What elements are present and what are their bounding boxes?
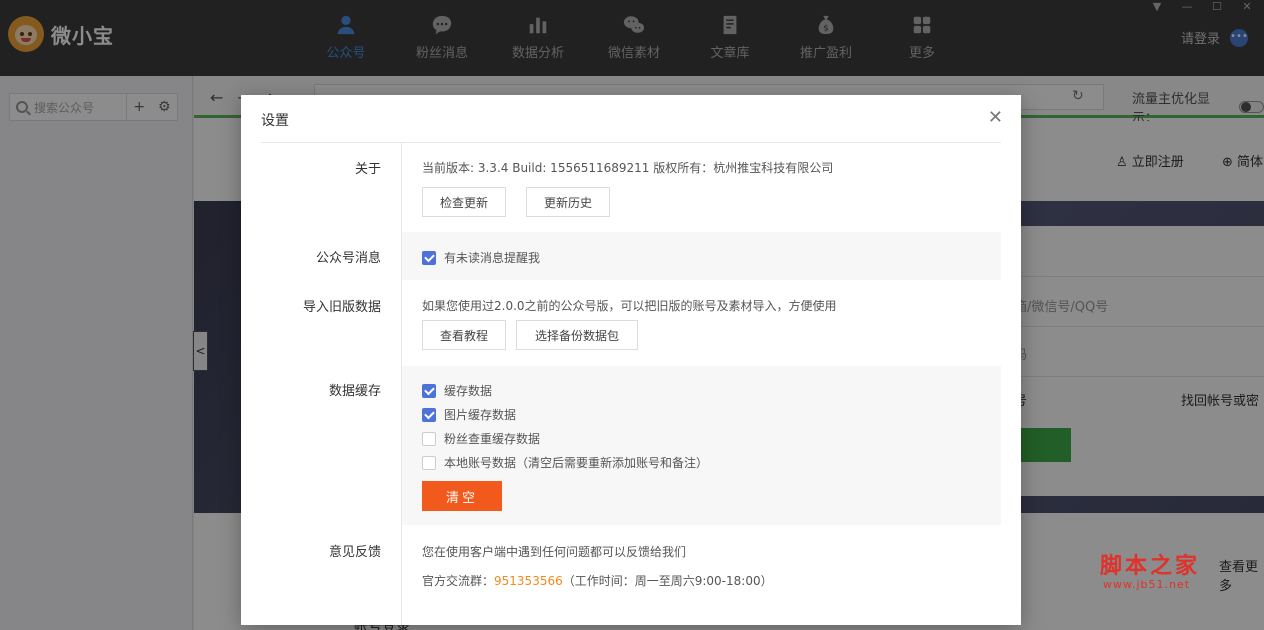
import-description: 如果您使用过2.0.0之前的公众号版，可以把旧版的账号及素材导入，方便使用 [422,299,837,313]
watermark-text: 脚本之家 [1100,554,1201,579]
feedback-description: 您在使用客户端中遇到任何问题都可以反馈给我们 [422,545,687,559]
local-account-checkbox[interactable]: 本地账号数据（清空后需要重新添加账号和备注） [422,454,708,471]
checkbox-checked [422,250,436,265]
message-label: 公众号消息 [315,251,381,266]
cache-label: 数据缓存 [328,384,381,399]
watermark-url: www.jb51.net [1103,578,1191,591]
settings-dialog: 设置 ✕ 关于 当前版本: 3.3.4 Build: 1556511689211… [241,95,1021,625]
clear-button[interactable]: 清空 [422,481,502,511]
tutorial-button[interactable]: 查看教程 [422,320,506,350]
update-history-button[interactable]: 更新历史 [526,187,610,217]
checkbox-unchecked [422,455,436,470]
import-label: 导入旧版数据 [302,300,381,315]
official-group: 官方交流群：951353566（工作时间：周一至周六9:00-18:00） [422,574,773,588]
dialog-title: 设置 [261,113,289,129]
check-update-button[interactable]: 检查更新 [422,187,506,217]
version-info: 当前版本: 3.3.4 Build: 1556511689211 版权所有：杭州… [422,161,834,175]
close-icon[interactable]: ✕ [988,107,1003,128]
feedback-label: 意见反馈 [328,545,381,560]
choose-backup-button[interactable]: 选择备份数据包 [516,320,638,350]
divider [261,142,1001,143]
checkbox-unchecked [422,431,436,446]
group-number[interactable]: 951353566 [494,574,563,588]
cache-data-checkbox[interactable]: 缓存数据 [422,382,492,399]
fans-dedup-cache-checkbox[interactable]: 粉丝查重缓存数据 [422,430,540,447]
divider [401,142,402,625]
checkbox-checked [422,383,436,398]
unread-remind-checkbox[interactable]: 有未读消息提醒我 [422,249,540,266]
about-label: 关于 [354,162,381,177]
checkbox-checked [422,407,436,422]
image-cache-checkbox[interactable]: 图片缓存数据 [422,406,516,423]
